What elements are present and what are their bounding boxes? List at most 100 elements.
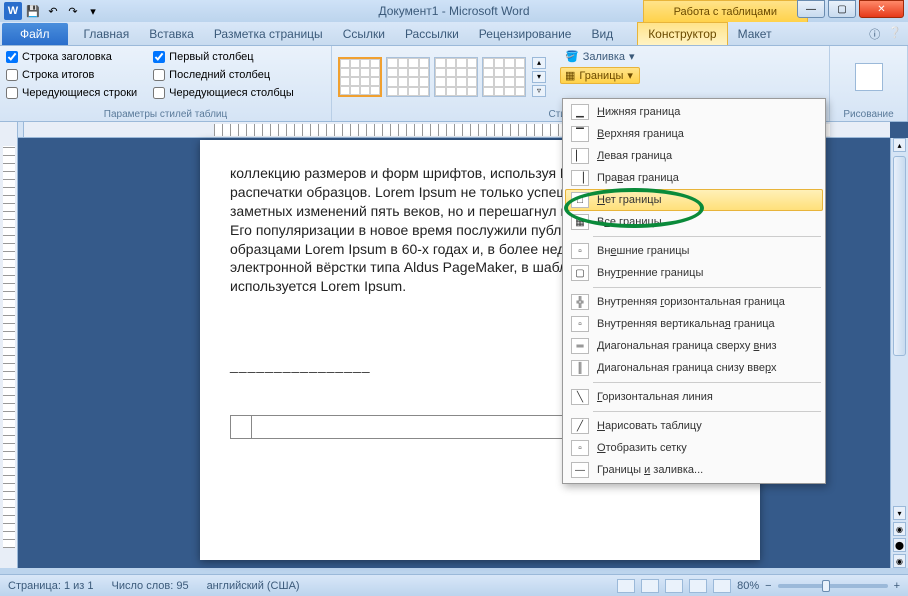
view-draft-icon[interactable] bbox=[713, 579, 731, 593]
status-words[interactable]: Число слов: 95 bbox=[112, 580, 189, 592]
status-language[interactable]: английский (США) bbox=[207, 580, 300, 592]
gallery-up-icon[interactable]: ▴ bbox=[532, 57, 546, 69]
tab-review[interactable]: Рецензирование bbox=[469, 23, 582, 45]
group-label-style-options: Параметры стилей таблиц bbox=[0, 108, 331, 121]
table-style-thumb[interactable] bbox=[386, 57, 430, 97]
border-menu-label: Нет границы bbox=[597, 194, 661, 206]
help-icon[interactable]: ❔ bbox=[888, 26, 902, 42]
tab-home[interactable]: Главная bbox=[74, 23, 140, 45]
border-menu-item[interactable]: ║Диагональная граница снизу вверх bbox=[565, 357, 823, 379]
border-menu-label: Горизонтальная линия bbox=[597, 391, 713, 403]
status-bar: Страница: 1 из 1 Число слов: 95 английск… bbox=[0, 574, 908, 596]
border-menu-item[interactable]: ╬Внутренняя горизонтальная граница bbox=[565, 291, 823, 313]
border-menu-label: Отобразить сетку bbox=[597, 442, 687, 454]
tab-insert[interactable]: Вставка bbox=[139, 23, 204, 45]
ribbon-tabs: Файл Главная Вставка Разметка страницы С… bbox=[0, 22, 908, 46]
table-style-thumb[interactable] bbox=[338, 57, 382, 97]
border-menu-item[interactable]: ╱ Нарисовать таблицу bbox=[565, 415, 823, 437]
view-print-layout-icon[interactable] bbox=[617, 579, 635, 593]
tab-layout[interactable]: Макет bbox=[728, 23, 782, 45]
shading-button[interactable]: 🪣Заливка▾ bbox=[560, 48, 640, 65]
border-menu-item[interactable]: ▢Внутренние границы bbox=[565, 262, 823, 284]
border-menu-item[interactable]: ▫ Отобразить сетку bbox=[565, 437, 823, 459]
borders-button[interactable]: ▦Границы▾ bbox=[560, 67, 640, 84]
chk-last-column[interactable]: Последний столбец bbox=[153, 66, 294, 84]
view-outline-icon[interactable] bbox=[689, 579, 707, 593]
border-type-icon: ▁ bbox=[571, 104, 589, 120]
scroll-down-icon[interactable]: ▾ bbox=[893, 506, 906, 520]
border-type-icon: ▕ bbox=[571, 170, 589, 186]
tab-file[interactable]: Файл bbox=[2, 23, 68, 45]
group-label-draw: Рисование bbox=[830, 108, 907, 121]
zoom-slider-thumb[interactable] bbox=[822, 580, 830, 592]
scroll-up-icon[interactable]: ▴ bbox=[893, 138, 906, 152]
border-type-icon: ╱ bbox=[571, 418, 589, 434]
table-style-thumb[interactable] bbox=[482, 57, 526, 97]
border-menu-item[interactable]: ▕ Правая граница bbox=[565, 167, 823, 189]
border-menu-item[interactable]: —Границы и заливка... bbox=[565, 459, 823, 481]
chk-banded-columns[interactable]: Чередующиеся столбцы bbox=[153, 84, 294, 102]
border-type-icon: ╬ bbox=[571, 294, 589, 310]
border-menu-label: Правая граница bbox=[597, 172, 679, 184]
undo-icon[interactable]: ↶ bbox=[44, 2, 62, 20]
draw-table-button[interactable] bbox=[849, 48, 889, 106]
border-type-icon: ▦ bbox=[571, 214, 589, 230]
border-menu-item[interactable]: □Нет границы bbox=[565, 189, 823, 211]
border-menu-item[interactable]: ╲Горизонтальная линия bbox=[565, 386, 823, 408]
border-menu-label: Верхняя граница bbox=[597, 128, 684, 140]
tab-mailings[interactable]: Рассылки bbox=[395, 23, 469, 45]
qat-customize-icon[interactable]: ▾ bbox=[84, 2, 102, 20]
vertical-scrollbar[interactable]: ▴ ▾ ◉ ⬤ ◉ bbox=[890, 138, 908, 568]
chk-total-row[interactable]: Строка итогов bbox=[6, 66, 137, 84]
status-page[interactable]: Страница: 1 из 1 bbox=[8, 580, 94, 592]
zoom-in-icon[interactable]: + bbox=[894, 580, 900, 592]
border-type-icon: ▔ bbox=[571, 126, 589, 142]
border-type-icon: ▫ bbox=[571, 440, 589, 456]
zoom-level[interactable]: 80% bbox=[737, 580, 759, 592]
border-menu-label: Диагональная граница снизу вверх bbox=[597, 362, 776, 374]
table-styles-gallery[interactable]: ▴ ▾ ▿ bbox=[338, 48, 546, 106]
tab-references[interactable]: Ссылки bbox=[333, 23, 395, 45]
borders-dropdown: ▁ Нижняя граница ▔ Верхняя граница ▏Левая гр… bbox=[562, 98, 826, 484]
border-menu-label: Диагональная граница сверху вниз bbox=[597, 340, 777, 352]
minimize-button[interactable]: — bbox=[797, 0, 825, 18]
border-menu-item[interactable]: ▏Левая граница bbox=[565, 145, 823, 167]
view-web-layout-icon[interactable] bbox=[665, 579, 683, 593]
border-menu-item[interactable]: ▫Внутренняя вертикальная граница bbox=[565, 313, 823, 335]
border-menu-item[interactable]: ▁ Нижняя граница bbox=[565, 101, 823, 123]
tab-page-layout[interactable]: Разметка страницы bbox=[204, 23, 333, 45]
vertical-ruler[interactable] bbox=[0, 122, 18, 568]
border-menu-item[interactable]: ▔ Верхняя граница bbox=[565, 123, 823, 145]
prev-page-icon[interactable]: ◉ bbox=[893, 522, 906, 536]
border-menu-label: Нарисовать таблицу bbox=[597, 420, 702, 432]
tab-design[interactable]: Конструктор bbox=[637, 22, 727, 45]
border-menu-item[interactable]: ▦ Все границы bbox=[565, 211, 823, 233]
border-menu-label: Все границы bbox=[597, 216, 662, 228]
maximize-button[interactable]: ▢ bbox=[828, 0, 856, 18]
chk-banded-rows[interactable]: Чередующиеся строки bbox=[6, 84, 137, 102]
border-menu-item[interactable]: ═Диагональная граница сверху вниз bbox=[565, 335, 823, 357]
next-page-icon[interactable]: ◉ bbox=[893, 554, 906, 568]
gallery-more-icon[interactable]: ▿ bbox=[532, 85, 546, 97]
border-type-icon: — bbox=[571, 462, 589, 478]
minimize-ribbon-icon[interactable]: ⓘ bbox=[869, 26, 880, 42]
bucket-icon: 🪣 bbox=[565, 50, 579, 63]
window-controls: — ▢ ✕ bbox=[794, 0, 904, 18]
view-full-screen-icon[interactable] bbox=[641, 579, 659, 593]
border-menu-item[interactable]: ▫Внешние границы bbox=[565, 240, 823, 262]
border-menu-label: Левая граница bbox=[597, 150, 672, 162]
chk-first-column[interactable]: Первый столбец bbox=[153, 48, 294, 66]
border-menu-label: Нижняя граница bbox=[597, 106, 680, 118]
tab-view[interactable]: Вид bbox=[581, 23, 623, 45]
chk-header-row[interactable]: Строка заголовка bbox=[6, 48, 137, 66]
zoom-out-icon[interactable]: − bbox=[765, 580, 771, 592]
close-button[interactable]: ✕ bbox=[859, 0, 904, 18]
browse-object-icon[interactable]: ⬤ bbox=[893, 538, 906, 552]
save-icon[interactable]: 💾 bbox=[24, 2, 42, 20]
table-style-thumb[interactable] bbox=[434, 57, 478, 97]
gallery-down-icon[interactable]: ▾ bbox=[532, 71, 546, 83]
redo-icon[interactable]: ↷ bbox=[64, 2, 82, 20]
scrollbar-thumb[interactable] bbox=[893, 156, 906, 356]
border-type-icon: ▢ bbox=[571, 265, 589, 281]
zoom-slider[interactable] bbox=[778, 584, 888, 588]
